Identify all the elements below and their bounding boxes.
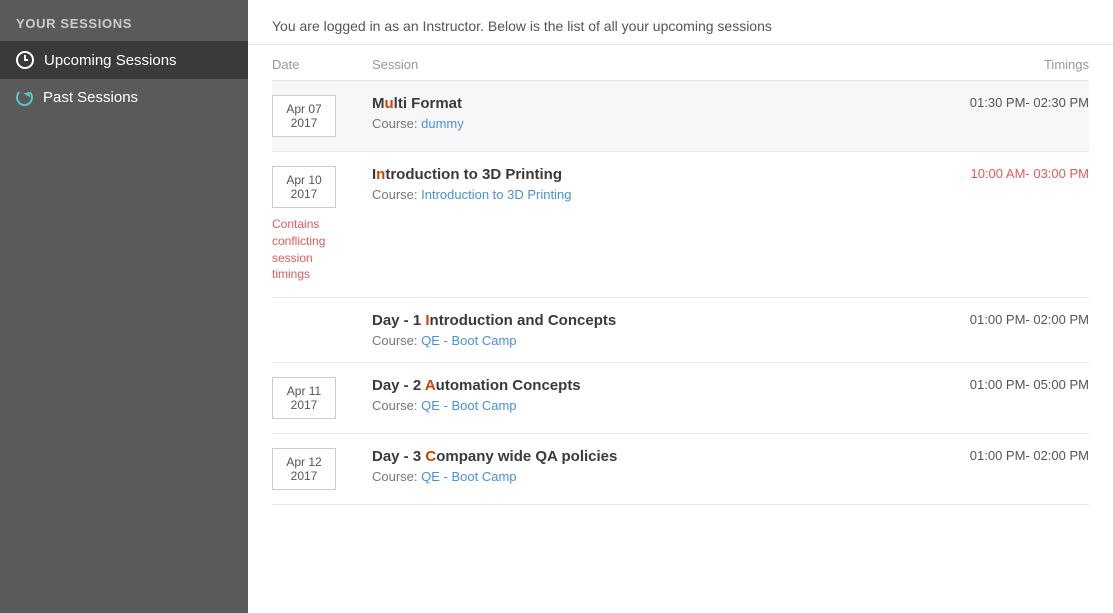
date-box: Apr 11 2017 — [272, 377, 336, 419]
timings-cell: 01:00 PM- 02:00 PM — [929, 298, 1089, 363]
sidebar-item-past[interactable]: Past Sessions — [0, 79, 248, 116]
col-session: Session — [372, 45, 929, 81]
session-cell: Day - 3 Company wide QA policies Course:… — [372, 434, 929, 505]
timings-text: 10:00 AM- 03:00 PM — [970, 166, 1089, 181]
session-cell: Multi Format Course: dummy — [372, 81, 929, 152]
timings-text: 01:00 PM- 02:00 PM — [970, 448, 1089, 463]
sessions-table: Date Session Timings Apr 07 2017 — [272, 45, 1089, 505]
date-box: Apr 07 2017 — [272, 95, 336, 137]
date-cell: Apr 11 2017 — [272, 363, 372, 434]
date-year: 2017 — [277, 116, 331, 130]
timings-text: 01:00 PM- 05:00 PM — [970, 377, 1089, 392]
table-row: Day - 1 Introduction and Concepts Course… — [272, 298, 1089, 363]
session-name-rest: lti Format — [394, 95, 462, 112]
table-row: Apr 07 2017 Multi Format Course: dummy — [272, 81, 1089, 152]
date-year: 2017 — [277, 398, 331, 412]
main-header: You are logged in as an Instructor. Belo… — [248, 0, 1113, 45]
timings-text: 01:30 PM- 02:30 PM — [970, 95, 1089, 110]
date-box: Apr 10 2017 — [272, 166, 336, 208]
session-cell: Introduction to 3D Printing Course: Intr… — [372, 152, 929, 298]
timings-cell: 01:00 PM- 02:00 PM — [929, 434, 1089, 505]
date-month-day: Apr 10 — [277, 173, 331, 187]
timings-text: 01:00 PM- 02:00 PM — [970, 312, 1089, 327]
course-label: Course: dummy — [372, 116, 929, 131]
col-date: Date — [272, 45, 372, 81]
session-name: Multi Format — [372, 95, 929, 112]
sidebar: YOUR SESSIONS Upcoming Sessions Past Ses… — [0, 0, 248, 613]
date-box: Apr 12 2017 — [272, 448, 336, 490]
session-name: Day - 2 Automation Concepts — [372, 377, 929, 394]
course-link[interactable]: QE - Boot Camp — [421, 333, 516, 348]
table-row: Apr 12 2017 Day - 3 Company wide QA poli… — [272, 434, 1089, 505]
course-link[interactable]: dummy — [421, 116, 464, 131]
sidebar-item-past-label: Past Sessions — [43, 89, 138, 106]
conflict-text: Contains conflicting session timings — [272, 216, 352, 283]
timings-cell: 01:00 PM- 05:00 PM — [929, 363, 1089, 434]
highlight-letter: u — [385, 95, 394, 112]
main-content: You are logged in as an Instructor. Belo… — [248, 0, 1113, 613]
session-cell: Day - 2 Automation Concepts Course: QE -… — [372, 363, 929, 434]
clock-icon — [16, 51, 34, 69]
col-timings: Timings — [929, 45, 1089, 81]
course-label: Course: Introduction to 3D Printing — [372, 187, 929, 202]
sidebar-title: YOUR SESSIONS — [0, 0, 248, 41]
session-name-text: M — [372, 95, 385, 112]
date-cell: Apr 12 2017 — [272, 434, 372, 505]
session-name: Day - 3 Company wide QA policies — [372, 448, 929, 465]
date-cell: Apr 07 2017 — [272, 81, 372, 152]
date-month-day: Apr 12 — [277, 455, 331, 469]
date-month-day: Apr 11 — [277, 384, 331, 398]
sidebar-item-upcoming-label: Upcoming Sessions — [44, 52, 177, 69]
course-label: Course: QE - Boot Camp — [372, 333, 929, 348]
header-text: You are logged in as an Instructor. Belo… — [272, 18, 772, 34]
date-month-day: Apr 07 — [277, 102, 331, 116]
course-link[interactable]: QE - Boot Camp — [421, 398, 516, 413]
timings-cell: 01:30 PM- 02:30 PM — [929, 81, 1089, 152]
course-label: Course: QE - Boot Camp — [372, 469, 929, 484]
sidebar-item-upcoming[interactable]: Upcoming Sessions — [0, 41, 248, 79]
session-name: Introduction to 3D Printing — [372, 166, 929, 183]
refresh-icon — [16, 89, 33, 106]
table-row: Apr 10 2017 Contains conflicting session… — [272, 152, 1089, 298]
date-year: 2017 — [277, 187, 331, 201]
session-cell: Day - 1 Introduction and Concepts Course… — [372, 298, 929, 363]
session-name: Day - 1 Introduction and Concepts — [372, 312, 929, 329]
course-link[interactable]: QE - Boot Camp — [421, 469, 516, 484]
course-label: Course: QE - Boot Camp — [372, 398, 929, 413]
date-cell: Apr 10 2017 Contains conflicting session… — [272, 152, 372, 298]
course-link[interactable]: Introduction to 3D Printing — [421, 187, 571, 202]
date-year: 2017 — [277, 469, 331, 483]
timings-cell-conflict: 10:00 AM- 03:00 PM — [929, 152, 1089, 298]
main-body: Date Session Timings Apr 07 2017 — [248, 45, 1113, 613]
date-cell-empty — [272, 298, 372, 363]
table-row: Apr 11 2017 Day - 2 Automation Concepts … — [272, 363, 1089, 434]
